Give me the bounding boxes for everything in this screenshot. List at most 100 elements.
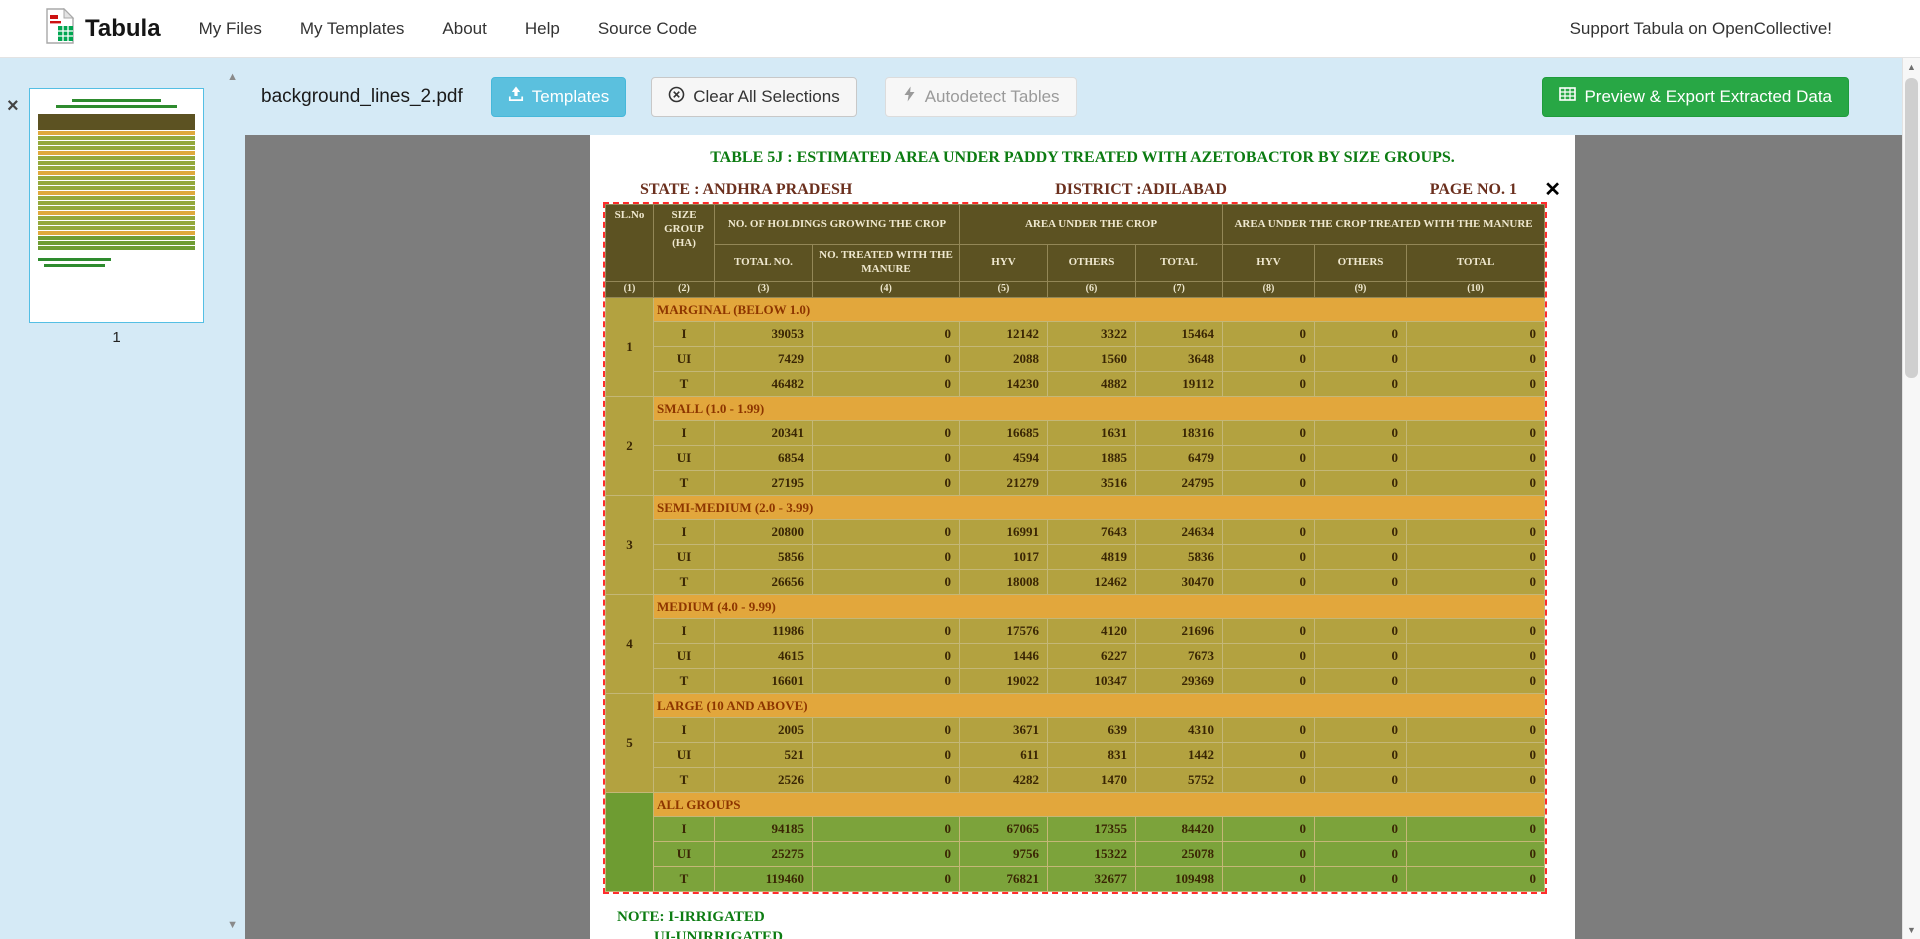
note-line-1: NOTE: I-IRRIGATED — [617, 907, 1575, 927]
value-cell: 1470 — [1048, 768, 1136, 793]
preview-export-button[interactable]: Preview & Export Extracted Data — [1542, 77, 1849, 117]
nav-item-about[interactable]: About — [442, 19, 486, 39]
nav-item-my-templates[interactable]: My Templates — [300, 19, 405, 39]
colnum-cell: (5) — [960, 282, 1048, 298]
value-cell: 0 — [1223, 545, 1315, 570]
thumbnail-bar — [38, 221, 195, 225]
slno-cell: 3 — [606, 496, 654, 595]
value-cell: 84420 — [1136, 817, 1223, 842]
colnum-cell: (10) — [1407, 282, 1545, 298]
value-cell: 0 — [1223, 421, 1315, 446]
value-cell: 1631 — [1048, 421, 1136, 446]
value-cell: 1442 — [1136, 743, 1223, 768]
value-cell: 5856 — [715, 545, 813, 570]
size-group-band-label: SMALL (1.0 - 1.99) — [654, 397, 1545, 421]
value-cell: 0 — [1407, 867, 1545, 892]
value-cell: 4882 — [1048, 372, 1136, 397]
row-type-cell: I — [654, 322, 715, 347]
colnum-cell: (6) — [1048, 282, 1136, 298]
value-cell: 1885 — [1048, 446, 1136, 471]
value-cell: 24795 — [1136, 471, 1223, 496]
row-type-cell: T — [654, 471, 715, 496]
value-cell: 0 — [1223, 446, 1315, 471]
nav-item-source-code[interactable]: Source Code — [598, 19, 697, 39]
value-cell: 0 — [1223, 372, 1315, 397]
value-cell: 6227 — [1048, 644, 1136, 669]
preview-export-label: Preview & Export Extracted Data — [1584, 87, 1832, 107]
value-cell: 0 — [1315, 322, 1407, 347]
brand-home-link[interactable]: Tabula — [45, 8, 161, 49]
value-cell: 109498 — [1136, 867, 1223, 892]
slno-cell: 1 — [606, 298, 654, 397]
thumbnail-bar — [38, 258, 111, 261]
value-cell: 0 — [1407, 842, 1545, 867]
vertical-scrollbar[interactable]: ▲ ▼ — [1902, 58, 1920, 939]
sidebar-scroll-up-icon[interactable]: ▲ — [227, 72, 238, 83]
thumbnail-bar — [38, 166, 195, 170]
value-cell: 29369 — [1136, 669, 1223, 694]
remove-page-icon[interactable]: × — [7, 96, 19, 116]
value-cell: 6854 — [715, 446, 813, 471]
value-cell: 0 — [1407, 372, 1545, 397]
table-data-row: I20800016991764324634000 — [606, 520, 1545, 545]
thumbnail-bar — [38, 246, 195, 250]
value-cell: 0 — [813, 768, 960, 793]
value-cell: 0 — [1407, 817, 1545, 842]
value-cell: 0 — [813, 619, 960, 644]
value-cell: 0 — [1223, 669, 1315, 694]
value-cell: 0 — [1223, 867, 1315, 892]
value-cell: 4120 — [1048, 619, 1136, 644]
scrollbar-up-icon[interactable]: ▲ — [1903, 58, 1920, 76]
pdf-table: SL.No SIZE GROUP (HA) NO. OF HOLDINGS GR… — [605, 204, 1545, 892]
remove-selection-icon[interactable]: ✕ — [1544, 180, 1561, 200]
value-cell: 25078 — [1136, 842, 1223, 867]
value-cell: 16685 — [960, 421, 1048, 446]
value-cell: 0 — [1315, 669, 1407, 694]
table-grid-icon — [1559, 86, 1576, 107]
pdf-meta-line: STATE : ANDHRA PRADESH DISTRICT :ADILABA… — [590, 181, 1575, 199]
value-cell: 39053 — [715, 322, 813, 347]
value-cell: 94185 — [715, 817, 813, 842]
district-text: DISTRICT :ADILABAD — [1055, 181, 1227, 199]
document-filename: background_lines_2.pdf — [261, 86, 463, 108]
value-cell: 0 — [1407, 545, 1545, 570]
value-cell: 30470 — [1136, 570, 1223, 595]
row-type-cell: T — [654, 867, 715, 892]
sidebar-scroll-down-icon[interactable]: ▼ — [227, 920, 238, 931]
value-cell: 0 — [1407, 669, 1545, 694]
pdf-page[interactable]: TABLE 5J : ESTIMATED AREA UNDER PADDY TR… — [590, 135, 1575, 939]
nav-item-my-files[interactable]: My Files — [199, 19, 262, 39]
colnum-cell: (9) — [1315, 282, 1407, 298]
table-data-row: T25260428214705752000 — [606, 768, 1545, 793]
value-cell: 76821 — [960, 867, 1048, 892]
value-cell: 5836 — [1136, 545, 1223, 570]
page-thumbnail[interactable] — [29, 88, 204, 323]
table-selection-overlay[interactable]: ✕ SL.No SIZE GROUP (HA) NO — [603, 202, 1547, 894]
value-cell: 3322 — [1048, 322, 1136, 347]
document-viewport[interactable]: TABLE 5J : ESTIMATED AREA UNDER PADDY TR… — [245, 135, 1920, 939]
toolbar: background_lines_2.pdf Templates — [245, 58, 1920, 135]
table-data-row: I11986017576412021696000 — [606, 619, 1545, 644]
size-group-band-label: MEDIUM (4.0 - 9.99) — [654, 595, 1545, 619]
thumbnail-bar — [38, 236, 195, 240]
value-cell: 0 — [1315, 867, 1407, 892]
clear-all-selections-button[interactable]: Clear All Selections — [651, 77, 856, 117]
value-cell: 46482 — [715, 372, 813, 397]
scrollbar-down-icon[interactable]: ▼ — [1903, 921, 1920, 939]
size-group-band-label: ALL GROUPS — [654, 793, 1545, 817]
nav-item-help[interactable]: Help — [525, 19, 560, 39]
value-cell: 0 — [1223, 347, 1315, 372]
autodetect-tables-label: Autodetect Tables — [925, 87, 1060, 107]
table-data-row: I20341016685163118316000 — [606, 421, 1545, 446]
scrollbar-thumb[interactable] — [1905, 78, 1918, 378]
value-cell: 611 — [960, 743, 1048, 768]
colnum-cell: (7) — [1136, 282, 1223, 298]
value-cell: 27195 — [715, 471, 813, 496]
thumbnail-bar — [38, 171, 195, 175]
autodetect-tables-button[interactable]: Autodetect Tables — [885, 77, 1077, 117]
value-cell: 0 — [813, 421, 960, 446]
value-cell: 0 — [1315, 446, 1407, 471]
value-cell: 15464 — [1136, 322, 1223, 347]
templates-button[interactable]: Templates — [491, 77, 626, 117]
support-link[interactable]: Support Tabula on OpenCollective! — [1570, 19, 1832, 39]
